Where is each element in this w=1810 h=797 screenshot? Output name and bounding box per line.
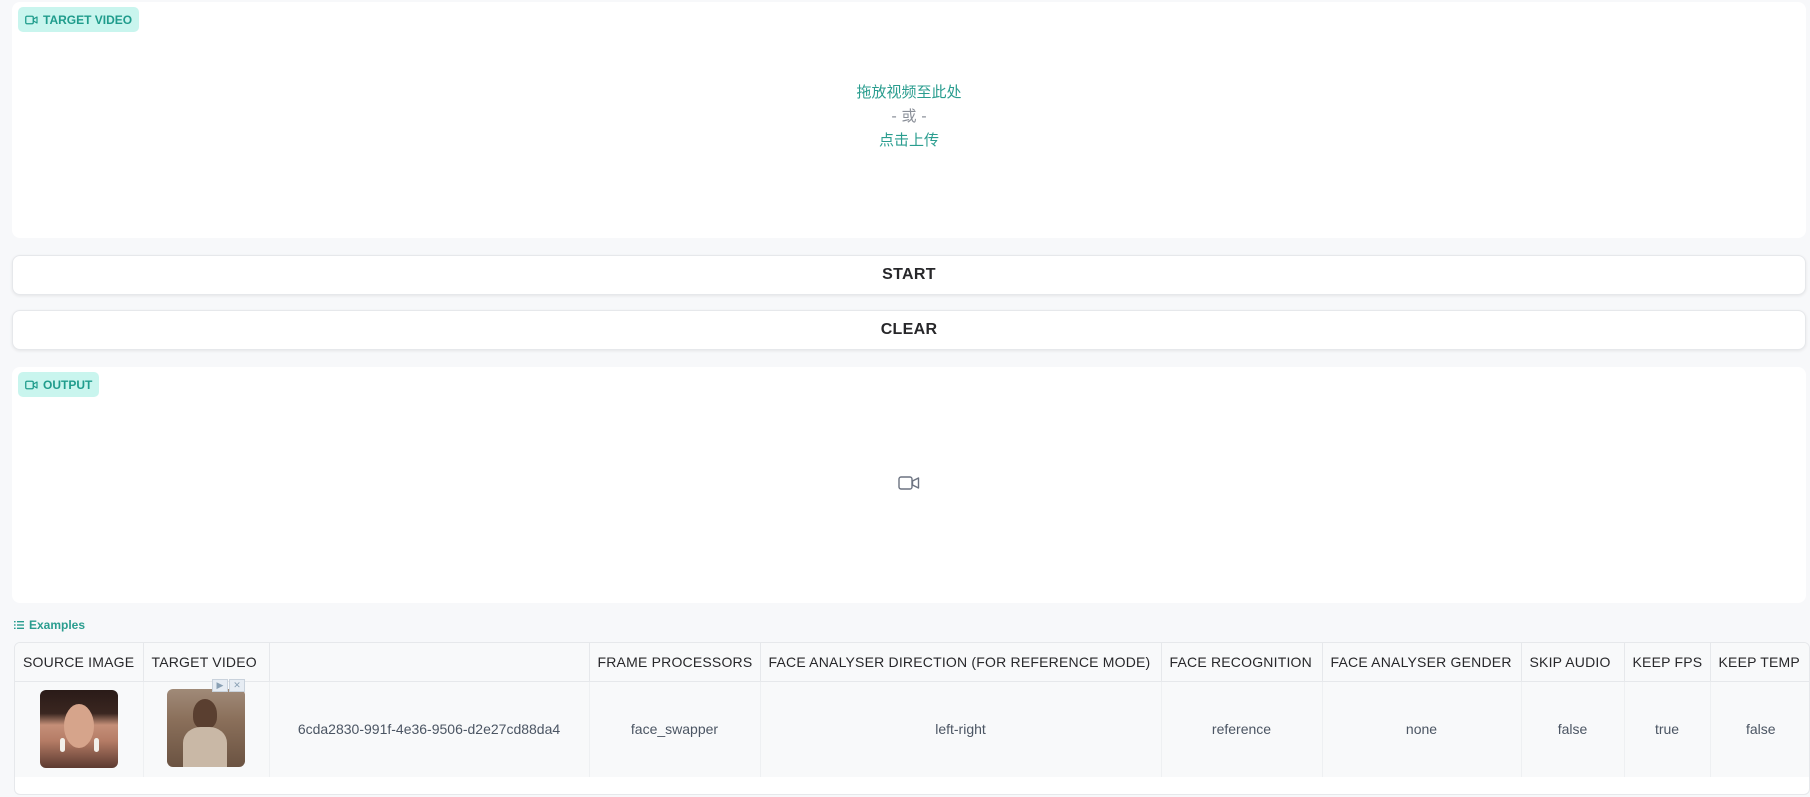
- col-header-id: [269, 643, 590, 682]
- col-header-face-analyser-gender: FACE ANALYSER GENDER: [1322, 643, 1522, 682]
- video-camera-icon: [25, 380, 38, 389]
- target-video-cell[interactable]: ▶ ✕: [143, 678, 270, 777]
- frame-processors-cell: face_swapper: [589, 681, 761, 777]
- examples-table: SOURCE IMAGE TARGET VIDEO FRAME PROCESSO…: [14, 642, 1810, 795]
- clear-button[interactable]: CLEAR: [12, 310, 1806, 350]
- keep-fps-cell: true: [1624, 681, 1711, 777]
- target-video-panel[interactable]: TARGET VIDEO 拖放视频至此处 - 或 - 点击上传: [12, 2, 1806, 238]
- col-header-face-recognition: FACE RECOGNITION: [1161, 643, 1323, 682]
- list-icon: [14, 621, 24, 629]
- row-id-cell: 6cda2830-991f-4e36-9506-d2e27cd88da4: [269, 681, 590, 777]
- examples-label: Examples: [14, 618, 85, 632]
- col-header-keep-fps: KEEP FPS: [1624, 643, 1711, 682]
- close-icon[interactable]: ✕: [229, 678, 245, 692]
- face-analyser-direction-cell: left-right: [760, 681, 1162, 777]
- or-separator: - 或 -: [891, 107, 927, 125]
- target-video-badge-label: TARGET VIDEO: [43, 12, 133, 27]
- examples-label-text: Examples: [29, 618, 86, 632]
- col-header-skip-audio: SKIP AUDIO: [1521, 643, 1625, 682]
- source-image-cell[interactable]: [15, 681, 144, 777]
- start-button[interactable]: START: [12, 255, 1806, 295]
- output-badge: OUTPUT: [18, 372, 100, 397]
- table-row[interactable]: ▶ ✕ 6cda2830-991f-4e36-9506-d2e27cd88da4…: [15, 678, 1809, 777]
- play-icon[interactable]: ▶: [212, 678, 228, 692]
- video-mini-controls[interactable]: ▶ ✕: [212, 678, 245, 692]
- keep-temp-cell: false: [1745, 721, 1776, 738]
- col-header-source-image: SOURCE IMAGE: [15, 643, 144, 682]
- col-header-face-analyser-direction: FACE ANALYSER DIRECTION (FOR REFERENCE M…: [760, 643, 1162, 682]
- col-header-keep-temp: KEEP TEMP: [1710, 643, 1809, 682]
- col-header-frame-processors: FRAME PROCESSORS: [589, 643, 761, 682]
- drop-video-text: 拖放视频至此处: [856, 83, 962, 101]
- target-video-badge: TARGET VIDEO: [18, 7, 140, 32]
- target-video-thumbnail: [167, 688, 245, 767]
- skip-audio-cell: false: [1521, 681, 1625, 777]
- col-header-target-video: TARGET VIDEO: [143, 643, 270, 682]
- face-recognition-cell: reference: [1161, 681, 1323, 777]
- output-panel: OUTPUT: [12, 367, 1806, 603]
- table-header-row: SOURCE IMAGE TARGET VIDEO FRAME PROCESSO…: [15, 643, 1809, 682]
- video-camera-icon: [25, 15, 38, 24]
- upload-dropzone[interactable]: 拖放视频至此处 - 或 - 点击上传: [12, 80, 1806, 152]
- source-image-thumbnail: [39, 690, 118, 769]
- click-upload-link[interactable]: 点击上传: [12, 128, 1806, 152]
- output-badge-label: OUTPUT: [43, 377, 93, 392]
- video-placeholder-icon: [898, 475, 920, 495]
- face-analyser-gender-cell: none: [1322, 681, 1522, 777]
